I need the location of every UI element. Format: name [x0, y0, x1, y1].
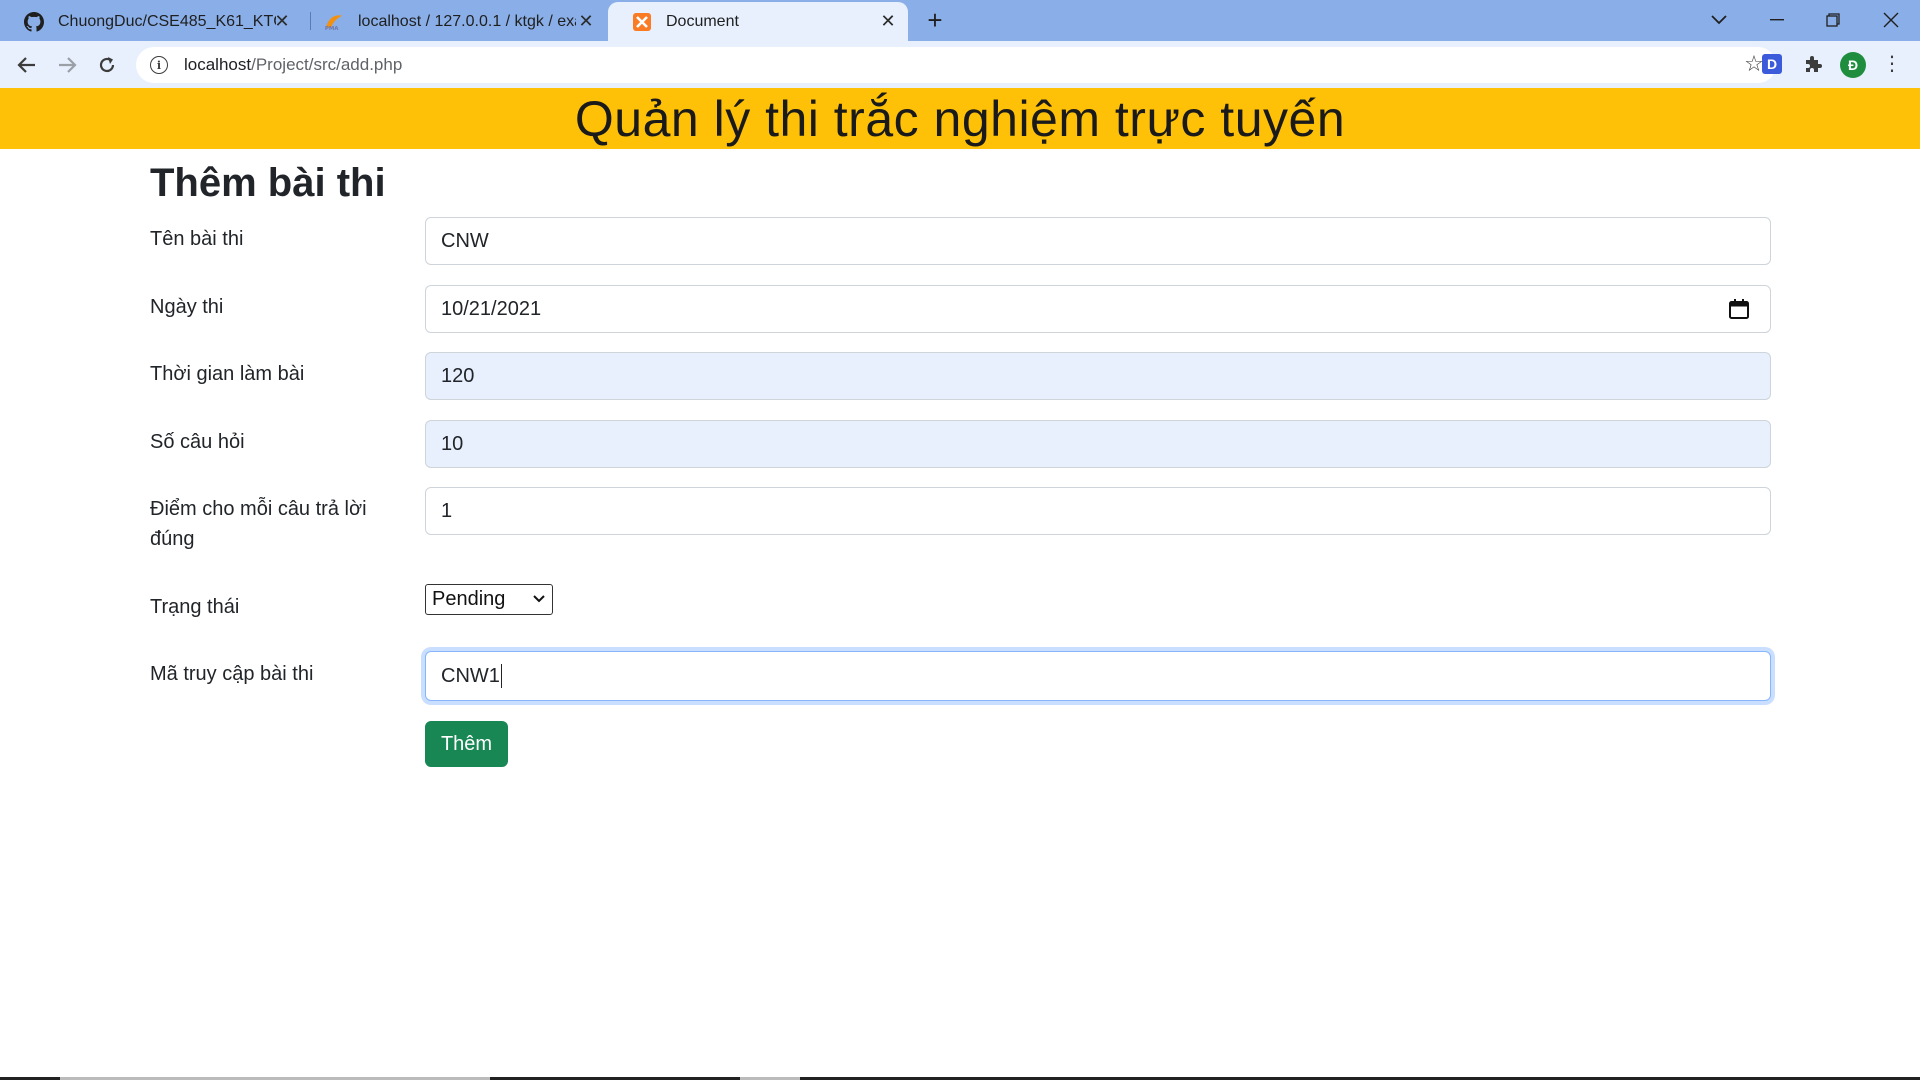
xampp-icon	[632, 12, 652, 32]
tab-title: ChuongDuc/CSE485_K61_KTGK_1	[58, 12, 276, 30]
tab-github[interactable]: ChuongDuc/CSE485_K61_KTGK_1 ✕	[0, 2, 302, 41]
exam-date-label: Ngày thi	[150, 296, 224, 318]
more-menu-icon[interactable]: ⋮	[1882, 51, 1902, 79]
access-code-label: Mã truy cập bài thi	[150, 663, 314, 685]
exam-name-input[interactable]: CNW	[425, 217, 1771, 265]
tab-search-icon[interactable]	[1704, 6, 1734, 34]
tab-document[interactable]: Document ✕	[608, 2, 908, 41]
tab-title: Document	[666, 12, 739, 30]
restore-icon[interactable]	[1818, 6, 1848, 34]
access-code-value: CNW1	[441, 664, 500, 687]
duration-input[interactable]: 120	[425, 352, 1771, 400]
banner-title: Quản lý thi trắc nghiệm trực tuyến	[574, 90, 1346, 147]
status-select[interactable]: Pending	[425, 584, 553, 615]
exam-name-label: Tên bài thi	[150, 228, 244, 250]
question-count-label: Số câu hỏi	[150, 431, 245, 453]
back-icon[interactable]	[11, 49, 43, 81]
close-tab-icon[interactable]: ✕	[576, 11, 596, 31]
tab-phpmyadmin[interactable]: PMA localhost / 127.0.0.1 / ktgk / exam …	[300, 2, 606, 41]
calendar-icon[interactable]	[1728, 298, 1750, 320]
question-count-value: 10	[441, 432, 464, 455]
svg-text:PMA: PMA	[325, 26, 339, 32]
browser-toolbar: i localhost/Project/src/add.php ☆ D Đ ⋮	[0, 41, 1920, 88]
url-path: /Project/src/add.php	[251, 55, 403, 74]
exam-date-value: 10/21/2021	[441, 297, 542, 320]
question-count-input[interactable]: 10	[425, 420, 1771, 468]
duration-value: 120	[441, 364, 475, 387]
tab-title: localhost / 127.0.0.1 / ktgk / exam	[358, 12, 576, 30]
github-icon	[24, 11, 44, 32]
add-exam-button[interactable]: Thêm	[425, 721, 508, 767]
exam-name-value: CNW	[441, 229, 489, 252]
address-bar[interactable]: i localhost/Project/src/add.php ☆	[136, 47, 1776, 83]
access-code-input[interactable]: CNW1	[425, 651, 1771, 701]
extensions-puzzle-icon[interactable]	[1800, 51, 1826, 77]
extension-d-icon[interactable]: D	[1762, 54, 1782, 74]
points-input[interactable]: 1	[425, 487, 1771, 535]
forward-icon[interactable]	[51, 49, 83, 81]
url-host: localhost	[184, 55, 252, 74]
profile-avatar[interactable]: Đ	[1840, 52, 1866, 78]
new-tab-button[interactable]: +	[922, 7, 948, 34]
close-window-icon[interactable]	[1876, 6, 1906, 34]
chevron-down-icon	[532, 589, 546, 614]
exam-date-input[interactable]: 10/21/2021	[425, 285, 1771, 333]
status-value: Pending	[432, 588, 506, 610]
minimize-icon[interactable]	[1762, 6, 1792, 34]
status-label: Trạng thái	[150, 596, 240, 618]
duration-label: Thời gian làm bài	[150, 363, 305, 385]
site-info-icon[interactable]: i	[150, 56, 168, 74]
points-label: Điểm cho mỗi câu trả lời đúng	[150, 498, 367, 550]
page-title: Thêm bài thi	[150, 161, 386, 205]
url-text: localhost/Project/src/add.php	[184, 55, 402, 75]
points-value: 1	[441, 499, 453, 522]
tab-strip: ChuongDuc/CSE485_K61_KTGK_1 ✕ PMA localh…	[0, 0, 1920, 41]
close-tab-icon[interactable]: ✕	[272, 11, 292, 31]
site-banner: Quản lý thi trắc nghiệm trực tuyến	[0, 88, 1920, 149]
text-caret	[500, 664, 503, 688]
reload-icon[interactable]	[91, 49, 123, 81]
close-tab-icon[interactable]: ✕	[878, 11, 898, 31]
phpmyadmin-icon: PMA	[324, 12, 344, 32]
